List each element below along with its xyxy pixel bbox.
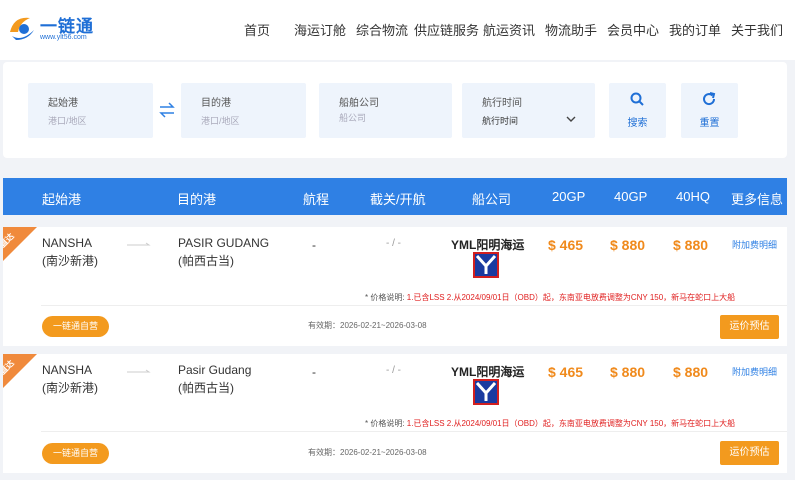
destination-port: PASIR GUDANG (帕西古当) [178,234,269,270]
voyage-value: - [312,365,316,379]
route-arrow-icon [127,369,151,373]
search-button-label: 搜索 [627,118,648,129]
price-40gp: $ 880 [610,237,646,253]
price-note-label: * 价格说明: [365,293,405,302]
nav-ocean-booking[interactable]: 海运订舱 [294,20,346,40]
nav-logistics-helper[interactable]: 物流助手 [545,20,597,40]
carrier-logo [473,252,499,278]
surcharge-details-link[interactable]: 附加费明细 [732,365,777,378]
price-20gp: $ 465 [548,237,584,253]
carrier-placeholder: 船公司 [339,113,367,123]
rate-row: 直达 NANSHA (南沙新港) Pasir Gudang (帕西古当) - -… [3,354,787,473]
sail-time-select[interactable]: 航行时间 航行时间 [462,83,595,138]
self-operated-badge: 一链通自营 [42,443,109,464]
origin-port-cn: (南沙新港) [42,254,98,268]
col-more-info: 更多信息 [731,192,784,207]
reset-button-label: 重置 [699,118,720,129]
rate-row: 直达 NANSHA (南沙新港) PASIR GUDANG (帕西古当) - -… [3,227,787,346]
cutoff-value: - / - [386,238,401,249]
swap-ports-icon[interactable] [158,101,176,119]
col-40gp: 40GP [614,189,648,204]
yml-logo-icon [475,254,497,274]
validity-period: 有效期：2026-02-21~2026-03-08 [308,448,427,457]
col-cutoff: 截关/开航 [370,192,426,207]
price-40hq: $ 880 [673,237,709,253]
search-panel: 起始港 港口/地区 目的港 港口/地区 船舶公司 船公司 航行时间 航行时间 搜… [3,62,787,158]
destination-port-field[interactable]: 目的港 港口/地区 [181,83,306,138]
origin-port-field[interactable]: 起始港 港口/地区 [28,83,153,138]
origin-port-cn: (南沙新港) [42,381,98,395]
price-note: * 价格说明: 1.已含LSS 2.从2024/09/01日（OBD）起，东南亚… [365,418,735,429]
ribbon-label: 直达 [3,358,16,377]
col-voyage: 航程 [303,192,330,207]
col-carrier: 船公司 [472,192,512,207]
direct-ribbon: 直达 [3,354,37,388]
nav-my-orders[interactable]: 我的订单 [669,20,721,40]
price-note-text: 1.已含LSS 2.从2024/09/01日（OBD）起，东南亚电放费调整为CN… [406,293,736,302]
rate-estimate-button[interactable]: 运价预估 [720,441,779,465]
price-note-text: 1.已含LSS 2.从2024/09/01日（OBD）起，东南亚电放费调整为CN… [406,419,736,428]
cutoff-value: - / - [386,365,401,376]
col-origin: 起始港 [42,192,82,207]
nav-home[interactable]: 首页 [244,20,270,40]
carrier-logo [473,379,499,405]
search-icon [630,92,644,106]
nav-member-center[interactable]: 会员中心 [607,20,659,40]
destination-port-cn: (帕西古当) [178,254,234,268]
origin-port-en: NANSHA [42,236,93,250]
nav-about-us[interactable]: 关于我们 [731,20,783,40]
ribbon-label: 直达 [3,231,16,250]
refresh-icon [703,92,716,106]
carrier-field[interactable]: 船舶公司 船公司 [319,83,452,138]
voyage-value: - [312,238,316,252]
search-button[interactable]: 搜索 [609,83,666,138]
validity-period: 有效期：2026-02-21~2026-03-08 [308,321,427,330]
nav-logistics[interactable]: 综合物流 [356,20,408,40]
destination-port-en: Pasir Gudang [178,363,252,377]
origin-port-placeholder: 港口/地区 [48,116,87,126]
route-arrow-icon [127,242,151,246]
logo-url: www.ylt56.com [40,34,87,41]
site-logo[interactable]: 一链通 www.ylt56.com [6,10,116,46]
price-note: * 价格说明: 1.已含LSS 2.从2024/09/01日（OBD）起，东南亚… [365,292,735,303]
price-40gp: $ 880 [610,364,646,380]
rate-estimate-button[interactable]: 运价预估 [720,315,779,339]
reset-button[interactable]: 重置 [681,83,738,138]
destination-port: Pasir Gudang (帕西古当) [178,361,251,397]
chevron-down-icon [566,116,576,122]
origin-port-label: 起始港 [48,98,78,109]
carrier-label: 船舶公司 [339,98,379,109]
destination-port-cn: (帕西古当) [178,381,234,395]
direct-ribbon: 直达 [3,227,37,261]
origin-port: NANSHA (南沙新港) [42,361,98,397]
results-table-header: 起始港 目的港 航程 截关/开航 船公司 20GP 40GP 40HQ 更多信息 [3,178,787,215]
destination-port-placeholder: 港口/地区 [201,116,240,126]
yml-logo-icon [475,381,497,401]
nav-shipping-news[interactable]: 航运资讯 [483,20,535,40]
nav-supply-chain[interactable]: 供应链服务 [414,20,479,40]
self-operated-badge: 一链通自营 [42,316,109,337]
row-divider [41,305,787,306]
logo-mark-icon [10,17,34,40]
destination-port-label: 目的港 [201,98,231,109]
origin-port: NANSHA (南沙新港) [42,234,98,270]
sail-time-value: 航行时间 [482,116,519,126]
sail-time-label: 航行时间 [482,98,522,109]
price-20gp: $ 465 [548,364,584,380]
col-20gp: 20GP [552,189,586,204]
row-divider [41,431,787,432]
price-note-label: * 价格说明: [365,419,405,428]
site-header: 一链通 www.ylt56.com 首页 海运订舱 综合物流 供应链服务 航运资… [0,0,795,60]
origin-port-en: NANSHA [42,363,93,377]
carrier-name: YML阳明海运 [451,238,525,252]
surcharge-details-link[interactable]: 附加费明细 [732,238,777,251]
destination-port-en: PASIR GUDANG [178,236,270,250]
col-40hq: 40HQ [676,189,710,204]
price-40hq: $ 880 [673,364,709,380]
col-destination: 目的港 [177,192,217,207]
carrier-name: YML阳明海运 [451,365,525,379]
